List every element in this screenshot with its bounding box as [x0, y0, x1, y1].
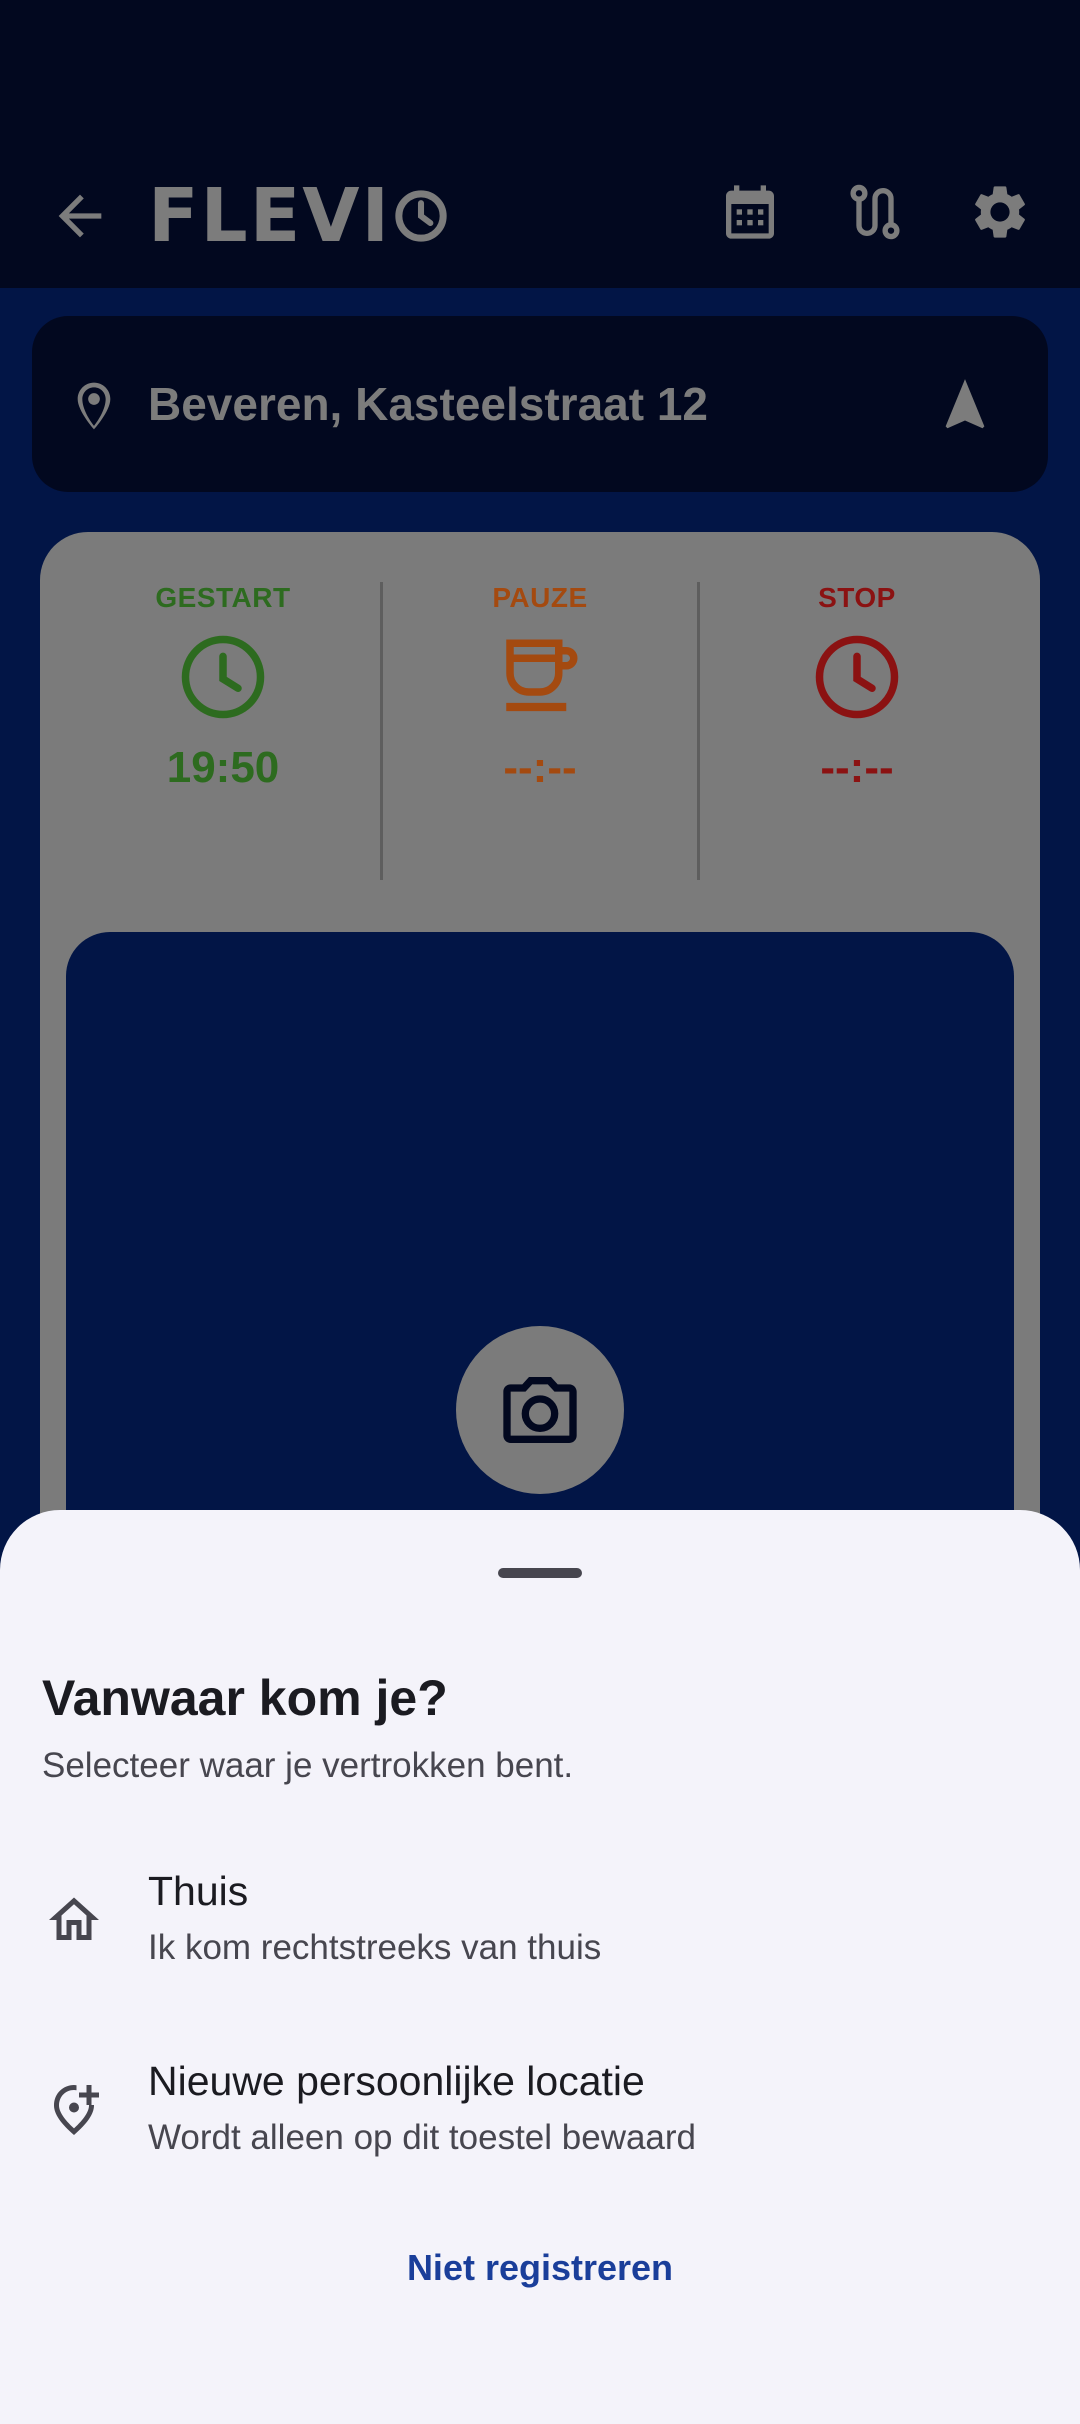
timer-label: STOP	[818, 582, 896, 613]
home-icon	[49, 1897, 99, 1940]
navigation-arrow-icon[interactable]	[934, 374, 996, 436]
location-address: Beveren, Kasteelstraat 12	[148, 378, 708, 430]
option-subtitle: Wordt alleen op dit toestel bewaard	[148, 2118, 697, 2157]
logo-clock-icon	[395, 190, 447, 242]
camera-button[interactable]	[456, 1326, 624, 1494]
add-location-icon	[54, 2085, 99, 2135]
option-subtitle: Ik kom rechtstreeks van thuis	[148, 1928, 602, 1967]
option-title: Nieuwe persoonlijke locatie	[148, 2058, 645, 2104]
option-home[interactable]: Thuis Ik kom rechtstreeks van thuis	[0, 1830, 1080, 2010]
clock-icon	[815, 635, 899, 719]
dont-register-button[interactable]: Niet registreren	[340, 2238, 740, 2298]
option-title: Thuis	[148, 1868, 249, 1914]
location-pin-icon	[77, 382, 111, 430]
timer-label: PAUZE	[492, 582, 588, 613]
camera-icon	[503, 1377, 577, 1443]
status-bar	[0, 0, 1080, 130]
clock-icon	[181, 635, 265, 719]
option-new-location[interactable]: Nieuwe persoonlijke locatie Wordt alleen…	[0, 2020, 1080, 2200]
coffee-cup-icon	[506, 639, 578, 712]
app-logo: FLEVI	[148, 173, 449, 259]
timer-label: GESTART	[155, 582, 291, 613]
route-icon[interactable]	[843, 180, 907, 244]
timer-value: 19:50	[166, 743, 280, 792]
settings-gear-icon[interactable]	[968, 180, 1032, 244]
sheet-title: Vanwaar kom je?	[42, 1670, 448, 1726]
calendar-icon[interactable]	[718, 180, 782, 244]
timer-value: --:--	[820, 743, 894, 792]
back-arrow-icon[interactable]	[48, 184, 112, 248]
sheet-subtitle: Selecteer waar je vertrokken bent.	[42, 1746, 574, 1785]
timer-column-stop[interactable]: STOP --:--	[699, 580, 1015, 796]
timer-column-started: GESTART 19:50	[65, 580, 381, 796]
timer-value: --:--	[503, 743, 577, 792]
logo-text: FLEVI	[148, 173, 392, 259]
drag-handle[interactable]	[498, 1568, 582, 1578]
timer-column-pause[interactable]: PAUZE --:--	[382, 580, 698, 796]
